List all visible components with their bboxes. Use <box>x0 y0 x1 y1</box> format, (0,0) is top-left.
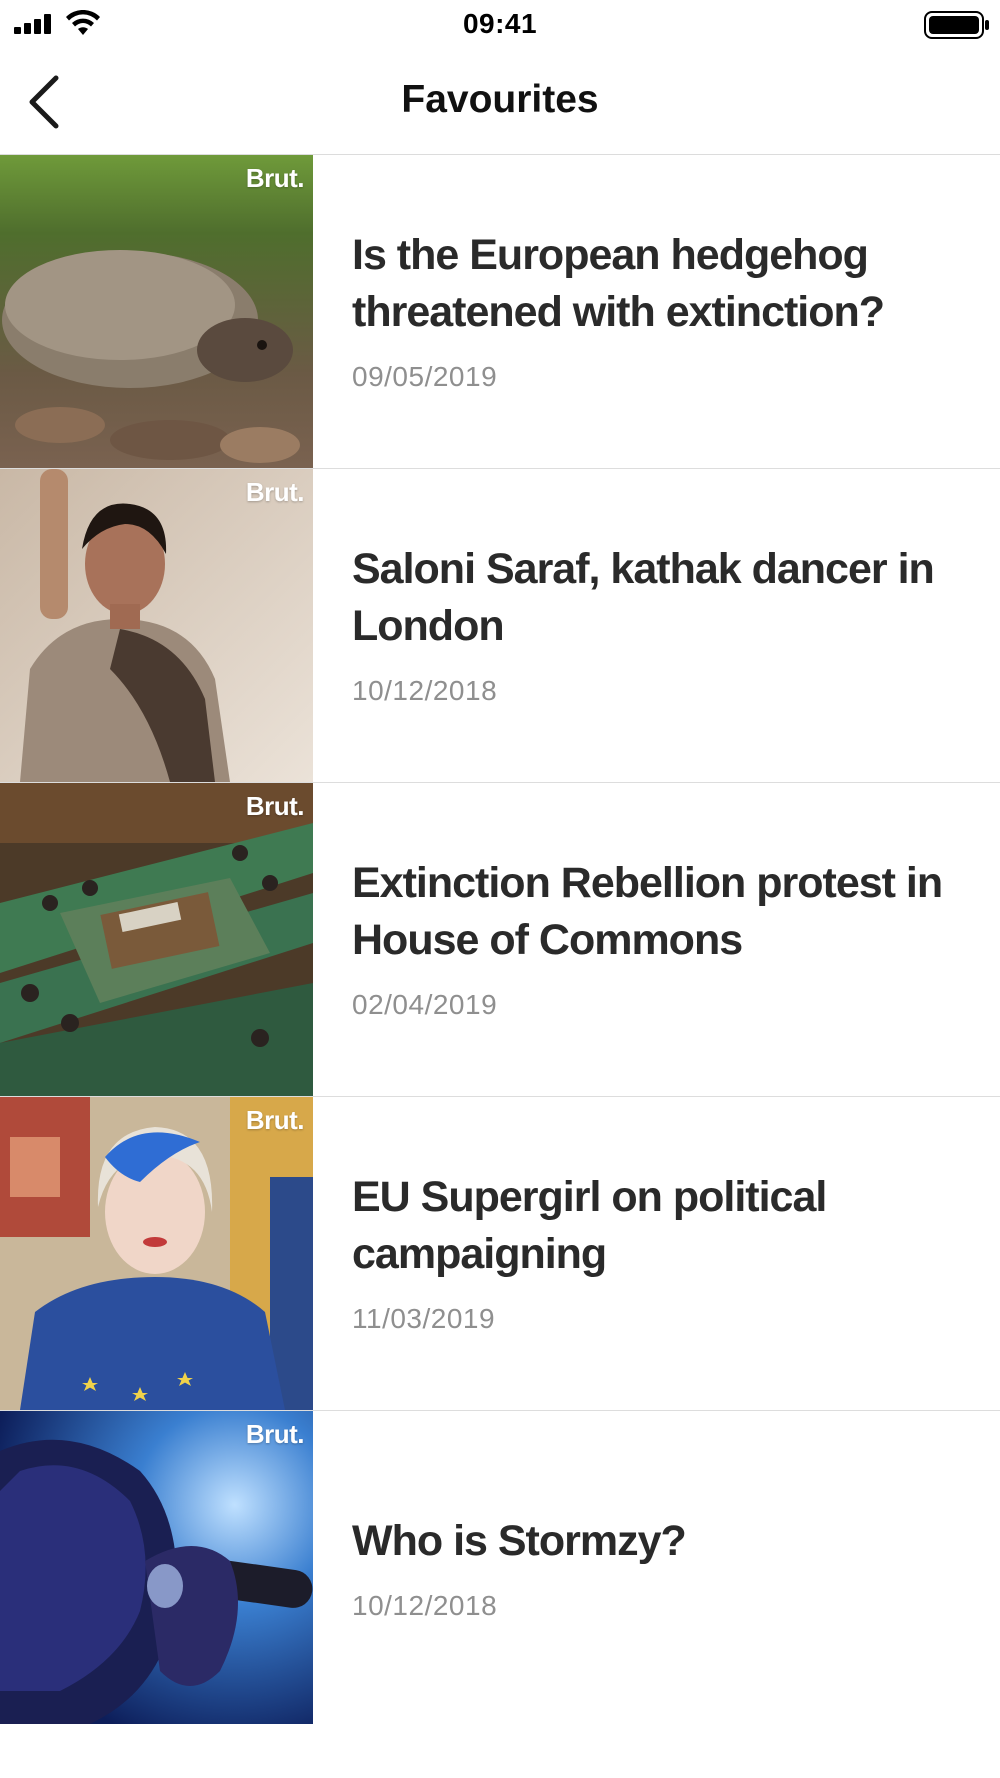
video-thumbnail: Brut. <box>0 1097 313 1410</box>
item-date: 10/12/2018 <box>352 1590 498 1621</box>
status-bar: 09:41 <box>0 0 1000 50</box>
favourites-list: Brut. Is the European hedgehog threatene… <box>0 155 1000 1725</box>
item-text: Is the European hedgehog threatened with… <box>352 227 952 393</box>
video-thumbnail: Brut. <box>0 1411 313 1724</box>
item-text: Saloni Saraf, kathak dancer in London 10… <box>352 541 952 707</box>
list-item[interactable]: Brut. Extinction Rebellion protest in Ho… <box>0 783 1000 1097</box>
brand-logo: Brut. <box>245 163 305 193</box>
item-date: 02/04/2019 <box>352 989 498 1020</box>
item-title: Extinction Rebellion protest in House of… <box>352 859 943 964</box>
brand-logo: Brut. <box>245 477 305 507</box>
page-title: Favourites <box>401 78 599 121</box>
navigation-bar: Favourites <box>0 50 1000 155</box>
item-text: Extinction Rebellion protest in House of… <box>352 855 952 1021</box>
list-item[interactable]: Brut. Saloni Saraf, kathak dancer in Lon… <box>0 469 1000 783</box>
brand-logo: Brut. <box>245 1105 305 1135</box>
video-thumbnail: Brut. <box>0 469 313 782</box>
list-item[interactable]: Brut. EU Supergirl on political campaign… <box>0 1097 1000 1411</box>
item-date: 09/05/2019 <box>352 361 498 392</box>
item-date: 11/03/2019 <box>352 1303 496 1334</box>
item-date: 10/12/2018 <box>352 675 498 706</box>
status-time: 09:41 <box>462 8 538 39</box>
video-thumbnail: Brut. <box>0 155 313 468</box>
item-title: Saloni Saraf, kathak dancer in London <box>352 545 935 650</box>
item-text: Who is Stormzy? 10/12/2018 <box>352 1513 952 1622</box>
item-title: EU Supergirl on political campaigning <box>352 1173 827 1278</box>
list-item[interactable]: Brut. Who is Stormzy? 10/12/2018 <box>0 1411 1000 1725</box>
item-title: Who is Stormzy? <box>352 1517 687 1565</box>
list-item[interactable]: Brut. Is the European hedgehog threatene… <box>0 155 1000 469</box>
video-thumbnail: Brut. <box>0 783 313 1096</box>
battery-icon <box>924 11 989 39</box>
item-text: EU Supergirl on political campaigning 11… <box>352 1169 952 1335</box>
item-title: Is the European hedgehog threatened with… <box>352 231 885 336</box>
brand-logo: Brut. <box>245 791 305 821</box>
brand-logo: Brut. <box>245 1419 305 1449</box>
